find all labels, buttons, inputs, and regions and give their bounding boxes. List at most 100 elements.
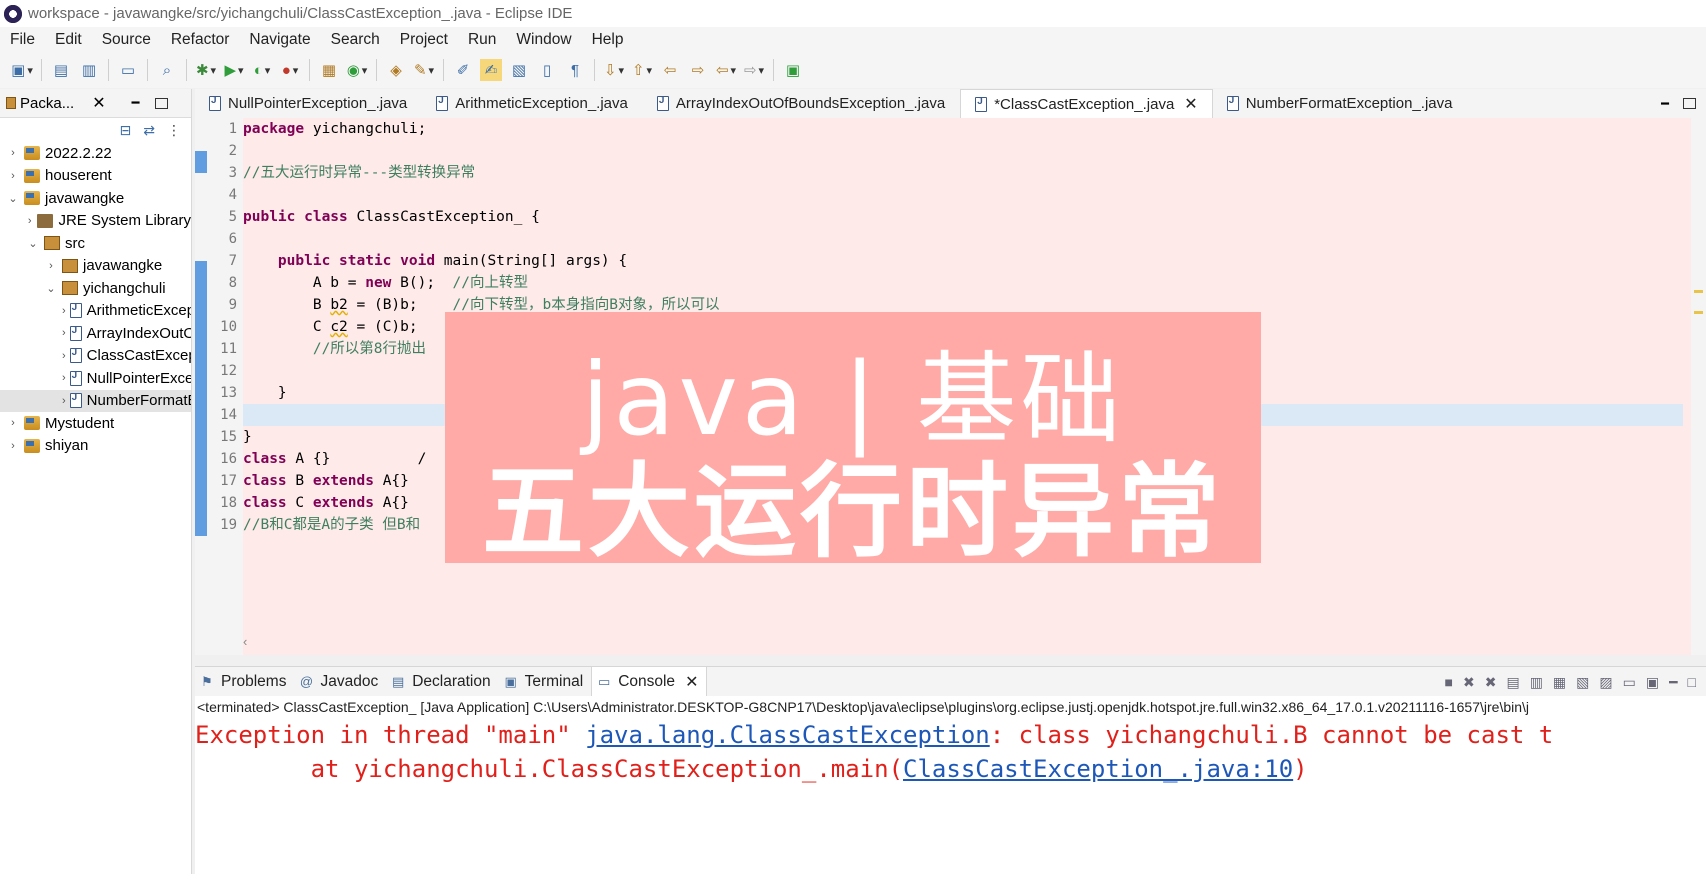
show-on-output-icon[interactable]: ▦ xyxy=(1553,674,1566,691)
annotation-icon[interactable]: ✐ xyxy=(452,59,474,81)
warning-marker[interactable] xyxy=(1694,290,1703,293)
pin-console-icon[interactable]: ▨ xyxy=(1599,674,1612,691)
tree-item[interactable]: ⌄ src xyxy=(0,232,191,255)
menu-source[interactable]: Source xyxy=(92,31,161,49)
tab-terminal[interactable]: ▣ Terminal xyxy=(499,667,592,697)
console-view[interactable]: <terminated> ClassCastException_ [Java A… xyxy=(195,696,1706,874)
editor-tab-active[interactable]: *ClassCastException_.java✕ xyxy=(960,89,1213,118)
tree-item[interactable]: ›ArithmeticException_.java xyxy=(0,300,191,323)
tree-item[interactable]: › Mystudent xyxy=(0,412,191,435)
run-coverage-icon[interactable]: ◐ xyxy=(251,59,273,81)
chevron-down-icon[interactable]: ⌄ xyxy=(44,282,58,295)
exception-link[interactable]: java.lang.ClassCastException xyxy=(585,721,990,749)
next-edit-icon[interactable]: ⇨ xyxy=(687,59,709,81)
close-icon[interactable]: ✕ xyxy=(685,672,698,692)
scroll-lock-icon[interactable]: ▤ xyxy=(1506,674,1519,691)
menu-window[interactable]: Window xyxy=(506,31,581,49)
menu-project[interactable]: Project xyxy=(390,31,458,49)
chevron-right-icon[interactable]: › xyxy=(6,440,20,452)
toggle-mark-icon[interactable]: ▯ xyxy=(536,59,558,81)
overview-ruler[interactable] xyxy=(1691,118,1706,655)
tree-item[interactable]: ⌄ yichangchuli xyxy=(0,277,191,300)
tree-item-selected[interactable]: ›NumberFormatException_.java xyxy=(0,389,191,412)
show-on-error-icon[interactable]: ▧ xyxy=(1576,674,1589,691)
chevron-right-icon[interactable]: › xyxy=(6,417,20,429)
tree-item[interactable]: › shiyan xyxy=(0,435,191,458)
close-icon[interactable]: ✕ xyxy=(1184,94,1197,114)
stack-trace-link[interactable]: ClassCastException_.java:10 xyxy=(903,755,1293,783)
close-icon[interactable]: ✕ xyxy=(92,93,105,113)
scroll-left-icon[interactable]: ‹ xyxy=(243,634,247,649)
maximize-icon[interactable]: □ xyxy=(1688,674,1696,690)
tree-item[interactable]: › houserent xyxy=(0,165,191,188)
tree-item[interactable]: › JRE System Library xyxy=(0,210,191,233)
display-console-icon[interactable]: ▭ xyxy=(1623,674,1636,691)
tab-declaration[interactable]: ▤ Declaration xyxy=(386,667,498,697)
back-icon[interactable]: ⇦ xyxy=(715,59,737,81)
new-java-class-icon[interactable]: ◉ xyxy=(346,59,368,81)
chevron-right-icon[interactable]: › xyxy=(44,260,58,272)
search-icon[interactable]: ⌕ xyxy=(156,59,178,81)
remove-launch-icon[interactable]: ✖ xyxy=(1463,674,1475,691)
open-perspective-icon[interactable]: ▣ xyxy=(782,59,804,81)
view-menu-icon[interactable]: ⋮ xyxy=(167,122,181,139)
package-explorer-tab[interactable]: Packa... xyxy=(20,95,74,112)
minimize-icon[interactable]: ━ xyxy=(132,95,140,111)
save-all-icon[interactable]: ▥ xyxy=(78,59,100,81)
chevron-down-icon[interactable]: ⌄ xyxy=(26,237,40,250)
chevron-right-icon[interactable]: › xyxy=(6,147,20,159)
tree-item[interactable]: › 2022.2.22 xyxy=(0,142,191,165)
menu-run[interactable]: Run xyxy=(458,31,506,49)
editor-tab[interactable]: NumberFormatException_.java xyxy=(1213,89,1468,118)
remove-all-terminated-icon[interactable]: ✖ xyxy=(1485,674,1497,691)
chevron-right-icon[interactable]: › xyxy=(62,395,66,407)
chevron-right-icon[interactable]: › xyxy=(62,372,66,384)
minimize-icon[interactable]: ━ xyxy=(1669,674,1677,691)
terminate-icon[interactable]: ■ xyxy=(1445,674,1453,690)
open-task-icon[interactable]: ✎ xyxy=(413,59,435,81)
block-selection-icon[interactable]: ▧ xyxy=(508,59,530,81)
collapse-all-icon[interactable]: ⊟ xyxy=(120,122,132,139)
chevron-right-icon[interactable]: › xyxy=(26,215,33,227)
highlight-icon[interactable]: ✍ xyxy=(480,59,502,81)
last-edit-icon[interactable]: ⇦ xyxy=(659,59,681,81)
warning-marker[interactable] xyxy=(1694,311,1703,314)
open-console-icon[interactable]: ▣ xyxy=(1646,674,1659,691)
tab-javadoc[interactable]: @ Javadoc xyxy=(294,667,386,697)
run-icon[interactable]: ▶ xyxy=(223,59,245,81)
terminal-open-icon[interactable]: ▭ xyxy=(117,59,139,81)
save-icon[interactable]: ▤ xyxy=(50,59,72,81)
chevron-right-icon[interactable]: › xyxy=(6,170,20,182)
tree-item[interactable]: › javawangke xyxy=(0,255,191,278)
open-type-icon[interactable]: ◈ xyxy=(385,59,407,81)
forward-icon[interactable]: ⇨ xyxy=(743,59,765,81)
menu-help[interactable]: Help xyxy=(582,31,634,49)
chevron-down-icon[interactable]: ⌄ xyxy=(6,192,20,205)
show-whitespace-icon[interactable]: ¶ xyxy=(564,59,586,81)
editor-tab[interactable]: ArrayIndexOutOfBoundsException_.java xyxy=(643,89,960,118)
menu-edit[interactable]: Edit xyxy=(45,31,92,49)
editor-tab[interactable]: NullPointerException_.java xyxy=(195,89,422,118)
menu-file[interactable]: File xyxy=(0,31,45,49)
menu-search[interactable]: Search xyxy=(321,31,390,49)
tree-item[interactable]: ›ClassCastException_.java xyxy=(0,345,191,368)
new-java-package-icon[interactable]: ▦ xyxy=(318,59,340,81)
new-icon[interactable]: ▣ xyxy=(11,59,33,81)
tab-problems[interactable]: ⚑ Problems xyxy=(195,667,294,697)
previous-annotation-icon[interactable]: ⇧ xyxy=(631,59,653,81)
menu-refactor[interactable]: Refactor xyxy=(161,31,240,49)
maximize-icon[interactable] xyxy=(155,97,169,109)
minimize-icon[interactable]: ━ xyxy=(1661,96,1669,112)
tree-item[interactable]: ⌄ javawangke xyxy=(0,187,191,210)
chevron-right-icon[interactable]: › xyxy=(62,327,66,339)
editor-tab[interactable]: ArithmeticException_.java xyxy=(422,89,643,118)
maximize-icon[interactable] xyxy=(1683,98,1696,109)
chevron-right-icon[interactable]: › xyxy=(62,305,66,317)
word-wrap-icon[interactable]: ▥ xyxy=(1530,674,1543,691)
chevron-right-icon[interactable]: › xyxy=(62,350,66,362)
debug-icon[interactable]: ✱ xyxy=(195,59,217,81)
tree-item[interactable]: ›NullPointerException_.java xyxy=(0,367,191,390)
next-annotation-icon[interactable]: ⇩ xyxy=(603,59,625,81)
link-with-editor-icon[interactable]: ⇄ xyxy=(143,122,155,139)
menu-navigate[interactable]: Navigate xyxy=(239,31,320,49)
